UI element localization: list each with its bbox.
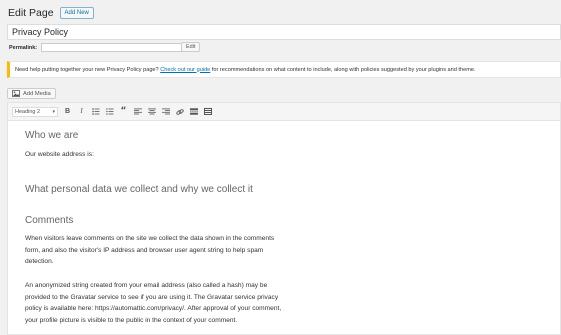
paragraph-gravatar[interactable]: An anonymized string created from your e… [25, 280, 285, 326]
notice-guide-link[interactable]: Check out our guide [160, 67, 210, 73]
post-title-field[interactable]: Privacy Policy [7, 24, 561, 40]
format-select-value: Heading 2 [15, 108, 41, 115]
blockquote-icon[interactable]: “ [119, 107, 128, 116]
align-left-icon[interactable] [133, 107, 142, 116]
editor-content[interactable]: Who we are Our website address is: What … [8, 122, 560, 334]
content-editor: Heading 2 ▾ B I “ Who we are Our website… [7, 102, 561, 335]
bold-icon[interactable]: B [63, 107, 72, 116]
add-new-button[interactable]: Add New [59, 7, 94, 19]
heading-personal-data[interactable]: What personal data we collect and why we… [25, 184, 253, 195]
add-media-label: Add Media [23, 90, 51, 97]
align-center-icon[interactable] [147, 107, 156, 116]
permalink-edit-button[interactable]: Edit [181, 42, 201, 52]
format-select[interactable]: Heading 2 ▾ [12, 106, 58, 117]
permalink-url-field[interactable] [41, 43, 187, 52]
notice-text-before: Need help putting together your new Priv… [15, 66, 161, 73]
add-media-icon [12, 90, 20, 97]
align-right-icon[interactable] [161, 107, 170, 116]
italic-icon[interactable]: I [77, 107, 86, 116]
page-title: Edit Page [8, 7, 54, 19]
permalink-row: Permalink: Edit [9, 42, 201, 53]
insert-link-icon[interactable] [175, 107, 184, 116]
numbered-list-icon[interactable] [105, 107, 114, 116]
notice-text: Need help putting together your new Priv… [15, 67, 476, 73]
paragraph-comments-data[interactable]: When visitors leave comments on the site… [25, 233, 285, 268]
page-header: Edit Page Add New [8, 6, 94, 20]
toolbar-toggle-icon[interactable] [203, 107, 212, 116]
permalink-label: Permalink: [9, 45, 38, 51]
privacy-policy-notice: Need help putting together your new Priv… [7, 61, 561, 78]
paragraph-website-address[interactable]: Our website address is: [25, 149, 285, 161]
editor-toolbar: Heading 2 ▾ B I “ [8, 103, 560, 121]
bulleted-list-icon[interactable] [91, 107, 100, 116]
add-media-button[interactable]: Add Media [7, 88, 56, 99]
heading-who-we-are[interactable]: Who we are [25, 130, 78, 141]
notice-text-after: for recommendations on what content to i… [210, 66, 476, 73]
heading-comments[interactable]: Comments [25, 215, 73, 226]
chevron-down-icon: ▾ [52, 108, 55, 115]
read-more-icon[interactable] [189, 107, 198, 116]
post-title-text[interactable]: Privacy Policy [12, 27, 68, 37]
